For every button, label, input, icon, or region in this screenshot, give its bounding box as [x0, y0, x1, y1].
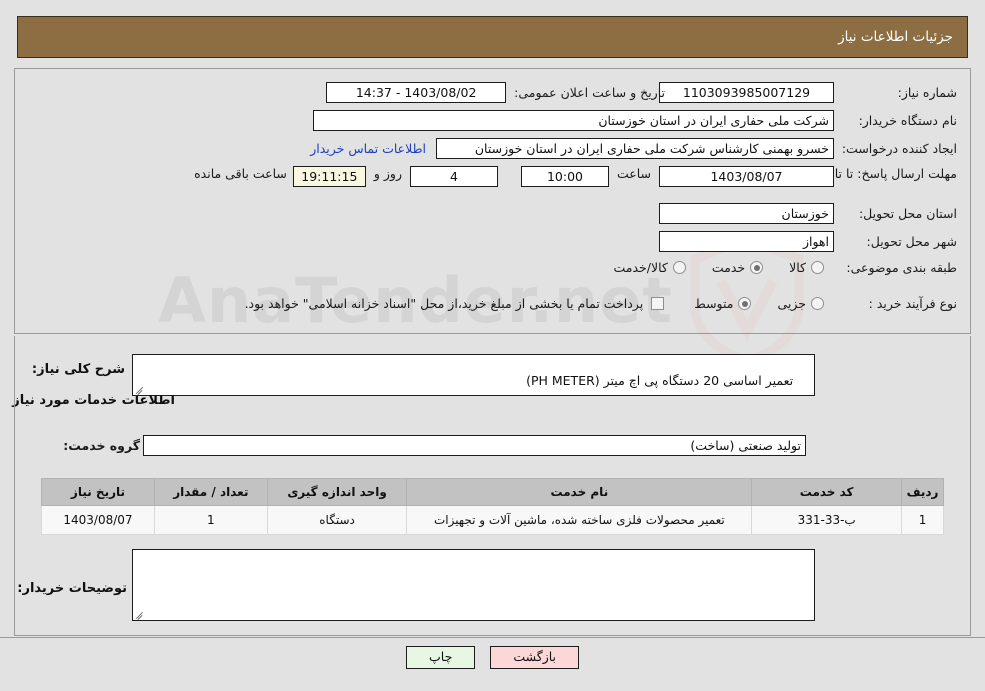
service-group-value[interactable]: تولید صنعتی (ساخت): [143, 435, 806, 456]
category-option-kala[interactable]: کالا: [789, 260, 824, 275]
general-desc-value: تعمیر اساسی 20 دستگاه پی اچ میتر (PH MET…: [526, 373, 794, 388]
table-row[interactable]: 1 ب-33-331 تعمیر محصولات فلزی ساخته شده،…: [41, 505, 944, 535]
province-value[interactable]: خوزستان: [659, 203, 834, 224]
deadline-time-value[interactable]: 10:00: [520, 166, 609, 187]
page-title: جزئیات اطلاعات نیاز: [838, 29, 953, 45]
category-option-label: کالا: [789, 260, 806, 275]
request-creator-label: ایجاد کننده درخواست:: [841, 141, 957, 156]
province-row: استان محل تحویل: خوزستان: [659, 203, 957, 224]
city-label: شهر محل تحویل:: [866, 234, 957, 249]
category-option-label: کالا/خدمت: [613, 260, 668, 275]
footer-actions: بازگشت چاپ: [0, 646, 985, 669]
cell-need-date: 1403/08/07: [41, 505, 155, 535]
cell-code: ب-33-331: [751, 505, 903, 535]
general-desc-textarea[interactable]: تعمیر اساسی 20 دستگاه پی اچ میتر (PH MET…: [132, 354, 815, 396]
table-header-row: ردیف کد خدمت نام خدمت واحد اندازه گیری ت…: [41, 478, 944, 506]
category-option-kala-khedmat[interactable]: کالا/خدمت: [613, 260, 686, 275]
service-group-label: گروه خدمت:: [63, 438, 140, 453]
request-creator-row: ایجاد کننده درخواست: خسرو بهمنی کارشناس …: [310, 138, 957, 159]
col-index: ردیف: [901, 478, 944, 506]
buyer-org-value[interactable]: شرکت ملی حفاری ایران در استان خوزستان: [313, 110, 834, 131]
category-row: طبقه بندی موضوعی: کالا خدمت کالا/خدمت: [613, 260, 957, 275]
purchase-type-label: نوع فرآیند خرید :: [868, 296, 957, 311]
need-summary-panel: [14, 68, 971, 334]
deadline-time-label: ساعت: [616, 166, 651, 181]
radio-icon[interactable]: [672, 261, 686, 274]
buyer-org-row: نام دستگاه خریدار: شرکت ملی حفاری ایران …: [313, 110, 957, 131]
window-title-bar: جزئیات اطلاعات نیاز: [17, 16, 968, 58]
radio-icon[interactable]: [750, 261, 764, 274]
radio-icon[interactable]: [738, 297, 752, 310]
resize-grip-icon[interactable]: [135, 609, 145, 619]
need-number-value[interactable]: 1103093985007129: [659, 82, 834, 103]
radio-icon[interactable]: [811, 297, 824, 310]
col-code: کد خدمت: [751, 478, 903, 506]
announce-datetime-value[interactable]: 1403/08/02 - 14:37: [326, 82, 507, 103]
deadline-date-value[interactable]: 1403/08/07: [659, 166, 834, 187]
service-items-table: ردیف کد خدمت نام خدمت واحد اندازه گیری ت…: [41, 478, 944, 535]
buyer-contact-link[interactable]: اطلاعات تماس خریدار: [310, 141, 426, 156]
purchase-type-option-jozii[interactable]: جزیی: [777, 296, 824, 311]
col-name: نام خدمت: [406, 478, 753, 506]
category-option-label: خدمت: [711, 260, 746, 275]
countdown-suffix: ساعت باقی مانده: [194, 166, 287, 181]
announce-datetime-label: تاریخ و ساعت اعلان عمومی:: [514, 85, 665, 100]
purchase-type-option-motavaset[interactable]: متوسط: [694, 296, 752, 311]
deadline-row: مهلت ارسال پاسخ: تا تاریخ: 1403/08/07 سا…: [194, 166, 957, 187]
page-root: AnaTender.net جزئیات اطلاعات نیاز شماره …: [0, 0, 985, 691]
city-value[interactable]: اهواز: [659, 231, 834, 252]
treasury-note-checkbox[interactable]: [651, 297, 665, 310]
print-button[interactable]: چاپ: [406, 646, 476, 669]
cell-quantity: 1: [153, 505, 268, 535]
purchase-type-option-label: متوسط: [694, 296, 734, 311]
back-button[interactable]: بازگشت: [490, 646, 580, 669]
service-group-row: گروه خدمت:: [63, 438, 140, 453]
treasury-note-text: پرداخت تمام یا بخشی از مبلغ خرید،از محل …: [244, 296, 644, 311]
purchase-type-option-label: جزیی: [777, 296, 806, 311]
cell-index: 1: [901, 505, 944, 535]
col-unit: واحد اندازه گیری: [266, 478, 408, 506]
remaining-days-suffix: روز و: [373, 166, 402, 181]
countdown-timer: 19:11:15: [292, 166, 366, 187]
remaining-days-value[interactable]: 4: [409, 166, 498, 187]
cell-name: تعمیر محصولات فلزی ساخته شده، ماشین آلات…: [406, 505, 753, 535]
buyer-org-label: نام دستگاه خریدار:: [858, 113, 957, 128]
purchase-type-row: نوع فرآیند خرید : جزیی متوسط پرداخت تمام…: [245, 296, 957, 311]
col-quantity: تعداد / مقدار: [153, 478, 268, 506]
resize-grip-icon[interactable]: [135, 384, 145, 394]
need-number-row: شماره نیاز: 1103093985007129: [659, 82, 957, 103]
category-option-khedmat[interactable]: خدمت: [711, 260, 764, 275]
footer-divider: [0, 637, 985, 638]
cell-unit: دستگاه: [266, 505, 408, 535]
col-need-date: تاریخ نیاز: [41, 478, 155, 506]
announce-datetime-row: تاریخ و ساعت اعلان عمومی: 1403/08/02 - 1…: [326, 82, 665, 103]
province-label: استان محل تحویل:: [858, 206, 957, 221]
radio-icon[interactable]: [811, 261, 824, 274]
request-creator-value[interactable]: خسرو بهمنی کارشناس شرکت ملی حفاری ایران …: [436, 138, 834, 159]
deadline-label: مهلت ارسال پاسخ: تا تاریخ:: [812, 166, 957, 181]
category-label: طبقه بندی موضوعی:: [846, 260, 957, 275]
buyer-notes-textarea[interactable]: [132, 549, 815, 621]
city-row: شهر محل تحویل: اهواز: [659, 231, 957, 252]
need-number-label: شماره نیاز:: [897, 85, 957, 100]
